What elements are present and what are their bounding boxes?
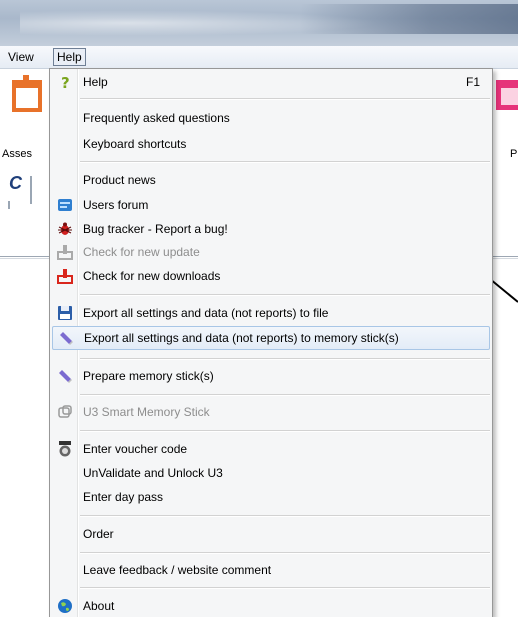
menu-item-label: Help <box>83 75 108 89</box>
voucher-icon <box>59 441 71 457</box>
menu-bar: View Help <box>0 46 518 69</box>
menu-item-label: About <box>83 599 115 613</box>
menu-item-order[interactable]: Order <box>52 523 490 545</box>
menu-item-about[interactable]: About <box>52 595 490 617</box>
menu-item-check-downloads[interactable]: Check for new downloads <box>52 265 490 287</box>
help-dropdown-menu: ? Help F1 Frequently asked questions Key… <box>49 68 493 617</box>
menu-item-enter-voucher[interactable]: Enter voucher code <box>52 438 490 460</box>
menu-item-users-forum[interactable]: Users forum <box>52 194 490 216</box>
menu-separator <box>80 394 490 396</box>
toolbar-divider <box>30 176 32 204</box>
calendar-icon <box>496 80 518 110</box>
menu-item-keyboard-shortcuts[interactable]: Keyboard shortcuts <box>52 133 490 155</box>
menu-item-label: Enter voucher code <box>83 442 188 456</box>
download-icon <box>57 269 73 284</box>
menu-item-label: Prepare memory stick(s) <box>83 369 214 383</box>
toolbar-divider <box>8 201 10 209</box>
memory-stick-icon <box>59 370 72 383</box>
menu-separator <box>80 294 490 296</box>
menu-separator <box>80 587 490 589</box>
toolbar-label-right: P <box>510 148 518 160</box>
menu-item-label: Keyboard shortcuts <box>83 137 187 151</box>
toolbar-label-left: Asses <box>2 148 32 160</box>
globe-icon <box>58 599 72 613</box>
menu-separator <box>80 515 490 517</box>
menu-item-label: Leave feedback / website comment <box>83 563 272 577</box>
memory-stick-icon <box>60 332 73 345</box>
menu-item-label: U3 Smart Memory Stick <box>83 405 210 419</box>
menu-item-export-memory-stick[interactable]: Export all settings and data (not report… <box>52 326 490 350</box>
menu-item-prepare-memory-stick[interactable]: Prepare memory stick(s) <box>52 365 490 387</box>
menu-item-label: Check for new update <box>83 245 200 259</box>
menu-item-bug-tracker[interactable]: Bug tracker - Report a bug! <box>52 218 490 240</box>
menu-item-faq[interactable]: Frequently asked questions <box>52 107 490 129</box>
question-icon: ? <box>61 74 70 90</box>
menu-separator <box>80 161 490 163</box>
menu-item-leave-feedback[interactable]: Leave feedback / website comment <box>52 559 490 581</box>
update-icon <box>57 245 73 260</box>
menu-separator <box>80 358 490 360</box>
title-bar-shade <box>300 4 518 34</box>
menu-separator <box>80 430 490 432</box>
menu-item-label: Bug tracker - Report a bug! <box>83 222 228 236</box>
shortcut-label: F1 <box>465 75 480 89</box>
menu-separator <box>80 552 490 554</box>
u3-icon <box>58 405 72 418</box>
menu-item-export-file[interactable]: Export all settings and data (not report… <box>52 302 490 324</box>
menu-item-label: Export all settings and data (not report… <box>83 306 329 320</box>
save-icon <box>58 306 72 320</box>
menu-item-label: UnValidate and Unlock U3 <box>83 466 223 480</box>
forum-icon <box>58 199 72 211</box>
menu-item-u3-smart-memory-stick: U3 Smart Memory Stick <box>52 401 490 423</box>
menu-item-label: Users forum <box>83 198 149 212</box>
menu-view[interactable]: View <box>5 49 37 65</box>
menu-item-label: Check for new downloads <box>83 269 221 283</box>
menu-item-check-update: Check for new update <box>52 241 490 263</box>
calendar-icon <box>12 75 42 112</box>
menu-item-label: Product news <box>83 173 156 187</box>
menu-help[interactable]: Help <box>53 48 86 66</box>
menu-separator <box>80 98 490 100</box>
toolbar-letter: C <box>9 173 22 193</box>
menu-item-enter-day-pass[interactable]: Enter day pass <box>52 486 490 508</box>
menu-item-unvalidate-u3[interactable]: UnValidate and Unlock U3 <box>52 462 490 484</box>
bug-icon <box>58 222 72 235</box>
svg-text:?: ? <box>61 74 70 90</box>
menu-item-label: Export all settings and data (not report… <box>84 331 399 345</box>
menu-item-help[interactable]: ? Help F1 <box>52 71 490 93</box>
menu-item-label: Frequently asked questions <box>83 111 230 125</box>
window-title-bar <box>0 0 518 46</box>
menu-item-product-news[interactable]: Product news <box>52 169 490 191</box>
menu-item-label: Order <box>83 527 114 541</box>
menu-item-label: Enter day pass <box>83 490 164 504</box>
